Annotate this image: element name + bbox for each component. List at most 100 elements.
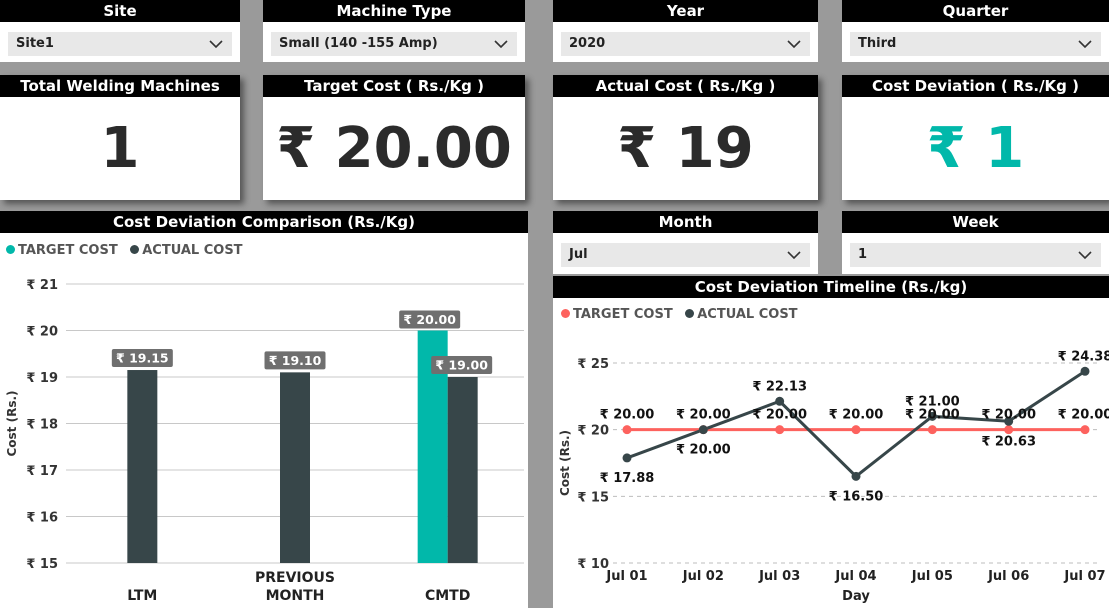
data-label: ₹ 19.00 [435,358,488,373]
comparison-chart-panel: Cost Deviation Comparison (Rs./Kg) TARGE… [0,211,528,608]
week-dropdown[interactable]: 1 [850,243,1101,267]
data-label: ₹ 19.15 [116,351,169,366]
month-slicer: Month Jul [553,211,818,274]
chevron-down-icon [494,40,508,49]
y-axis-label: Cost (Rs.) [558,430,572,496]
target-cost-card: Target Cost ( Rs./Kg ) ₹ 20.00 [263,75,525,200]
x-tick-label: Jul 02 [682,569,724,584]
quarter-dropdown[interactable]: Third [850,32,1101,56]
actual-cost-value: ₹ 19 [617,116,754,181]
data-label: ₹ 20.00 [403,312,456,327]
machine-type-slicer-title: Machine Type [263,0,525,22]
machine-type-dropdown[interactable]: Small (140 -155 Amp) [271,32,517,56]
target-cost-title: Target Cost ( Rs./Kg ) [263,75,525,97]
x-tick-label: Jul 04 [834,569,876,584]
data-label: ₹ 19.10 [269,353,322,368]
year-dropdown[interactable]: 2020 [561,32,810,56]
year-slicer-title: Year [553,0,818,22]
chevron-down-icon [209,40,223,49]
total-machines-card: Total Welding Machines 1 [0,75,240,200]
actual-cost-title: Actual Cost ( Rs./Kg ) [553,75,818,97]
actual-data-label: ₹ 16.50 [829,489,884,504]
target-data-label: ₹ 20.00 [829,408,884,423]
actual-data-label: ₹ 17.88 [600,471,655,486]
month-dropdown[interactable]: Jul [561,243,810,267]
site-slicer-title: Site [0,0,240,22]
chevron-down-icon [1078,40,1092,49]
bar-actual-previous-month [280,372,310,563]
comparison-chart-title: Cost Deviation Comparison (Rs./Kg) [0,211,528,233]
x-tick-label: Jul 07 [1063,569,1105,584]
target-data-label: ₹ 20.00 [905,408,960,423]
cost-deviation-value: ₹ 1 [926,116,1025,181]
target-data-label: ₹ 20.00 [600,408,655,423]
site-slicer: Site Site1 [0,0,240,62]
y-tick-label: ₹ 15 [577,490,609,505]
site-dropdown-value: Site1 [16,36,54,51]
cost-deviation-title: Cost Deviation ( Rs./Kg ) [842,75,1109,97]
month-dropdown-value: Jul [569,247,588,262]
target-point [1080,425,1090,435]
total-machines-title: Total Welding Machines [0,75,240,97]
timeline-chart-panel: Cost Deviation Timeline (Rs./kg) TARGET … [553,276,1109,608]
y-tick-label: ₹ 17 [26,464,58,479]
actual-data-label: ₹ 20.00 [676,443,731,458]
y-tick-label: ₹ 20 [26,325,58,340]
chevron-down-icon [787,40,801,49]
actual-cost-card: Actual Cost ( Rs./Kg ) ₹ 19 [553,75,818,200]
actual-data-label: ₹ 24.38 [1058,349,1109,364]
x-tick-label: MONTH [266,588,325,604]
quarter-slicer-title: Quarter [842,0,1109,22]
machine-type-dropdown-value: Small (140 -155 Amp) [279,36,438,51]
actual-point [775,396,785,406]
bar-actual-cmtd [447,377,478,563]
year-dropdown-value: 2020 [569,36,606,51]
actual-data-label: ₹ 20.63 [981,434,1036,449]
target-data-label: ₹ 20.00 [981,408,1036,423]
total-machines-value: 1 [100,116,140,181]
target-point [927,425,937,435]
x-tick-label: CMTD [425,588,470,604]
y-tick-label: ₹ 20 [577,424,609,439]
actual-cost-line [626,370,1086,479]
x-tick-label: Jul 05 [911,569,953,584]
y-tick-label: ₹ 25 [577,357,609,372]
target-point [851,425,861,435]
target-data-label: ₹ 20.00 [676,408,731,423]
x-tick-label: Jul 03 [758,569,800,584]
x-tick-label: Jul 06 [987,569,1029,584]
y-axis-label: Cost (Rs.) [5,390,19,456]
chevron-down-icon [787,251,801,260]
target-data-label: ₹ 20.00 [752,408,807,423]
actual-point [851,471,861,481]
actual-point [622,453,632,463]
month-slicer-title: Month [553,211,818,233]
target-point [622,425,632,435]
chevron-down-icon [1078,251,1092,260]
y-tick-label: ₹ 18 [26,418,58,433]
y-tick-label: ₹ 21 [26,278,58,293]
bar-actual-ltm [127,370,158,563]
x-tick-label: PREVIOUS [255,570,335,586]
week-slicer: Week 1 [842,211,1109,274]
y-tick-label: ₹ 15 [26,557,58,572]
comparison-bar-chart: ₹ 15 ₹ 16 ₹ 17 ₹ 18 ₹ 19 ₹ 20 ₹ 21 Cost (Rs.) ₹ … [5,278,524,604]
y-tick-label: ₹ 10 [577,557,609,572]
quarter-dropdown-value: Third [858,36,897,51]
week-dropdown-value: 1 [858,247,868,262]
actual-data-label: ₹ 22.13 [752,379,807,394]
y-tick-label: ₹ 19 [26,371,58,386]
target-cost-value: ₹ 20.00 [276,116,512,181]
target-point [1004,425,1014,435]
cost-deviation-card: Cost Deviation ( Rs./Kg ) ₹ 1 [842,75,1109,200]
y-tick-label: ₹ 16 [26,511,58,526]
x-tick-label: Jul 01 [605,569,647,584]
target-data-label: ₹ 20.00 [1058,408,1109,423]
actual-point [1080,366,1090,376]
actual-point [698,425,708,435]
timeline-line-chart: ₹ 10 ₹ 15 ₹ 20 ₹ 25 Cost (Rs.) Jul 01 Jul 02 Ju… [558,349,1109,604]
target-point [775,425,785,435]
week-slicer-title: Week [842,211,1109,233]
site-dropdown[interactable]: Site1 [8,32,232,56]
x-tick-label: LTM [127,588,157,604]
